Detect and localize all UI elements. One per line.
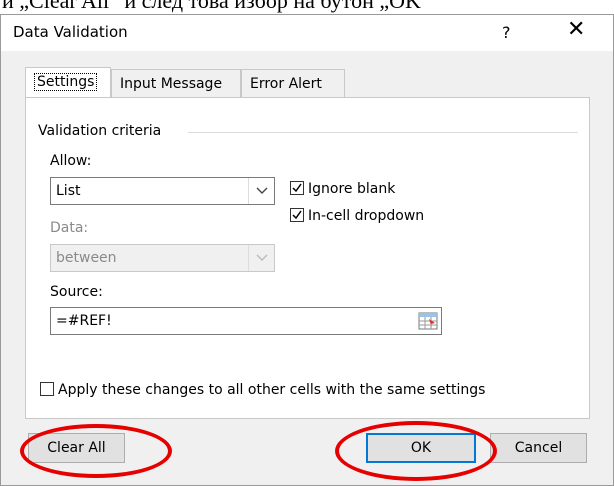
ignore-blank-label: Ignore blank (308, 181, 396, 197)
cancel-button[interactable]: Cancel (490, 433, 587, 463)
chevron-down-icon[interactable] (248, 178, 274, 204)
allow-dropdown[interactable]: List (50, 177, 275, 205)
source-label: Source: (50, 284, 103, 300)
checkmark-icon[interactable] (290, 181, 304, 195)
tab-input-message[interactable]: Input Message (111, 69, 241, 97)
data-validation-dialog: Data Validation ? ✕ Settings Input Messa… (0, 14, 614, 486)
tab-settings-label: Settings (34, 73, 98, 91)
source-input[interactable]: =#REF! (50, 307, 442, 335)
cropped-instruction-text: и „Clear All“ и след това избор на бутон… (0, 0, 614, 14)
settings-panel: Validation criteria Allow: List Ignore b… (25, 97, 590, 419)
checkmark-icon[interactable] (290, 208, 304, 222)
help-button[interactable]: ? (502, 23, 511, 42)
range-select-icon[interactable] (417, 310, 439, 332)
chevron-down-icon (248, 245, 274, 271)
tab-settings[interactable]: Settings (25, 67, 111, 97)
title-bar: Data Validation ? ✕ (1, 15, 613, 51)
validation-criteria-heading: Validation criteria (38, 123, 166, 139)
data-dropdown: between (50, 244, 275, 272)
allow-label: Allow: (50, 153, 92, 169)
close-icon[interactable]: ✕ (567, 19, 585, 41)
data-label: Data: (50, 220, 89, 236)
instruction-text: и „Clear All“ и след това избор на бутон… (2, 0, 431, 13)
source-value: =#REF! (56, 313, 112, 329)
in-cell-dropdown-label: In-cell dropdown (308, 208, 425, 224)
apply-all-checkbox[interactable]: Apply these changes to all other cells w… (40, 382, 485, 398)
ignore-blank-checkbox[interactable]: Ignore blank (290, 181, 395, 197)
checkbox-empty-icon[interactable] (40, 382, 54, 396)
tab-input-message-label: Input Message (120, 76, 223, 92)
allow-value: List (56, 183, 81, 199)
ok-button[interactable]: OK (366, 433, 476, 463)
tab-error-alert-label: Error Alert (250, 76, 322, 92)
apply-all-label: Apply these changes to all other cells w… (58, 382, 486, 398)
group-divider (188, 132, 578, 133)
dialog-title: Data Validation (13, 23, 128, 41)
tab-error-alert[interactable]: Error Alert (241, 69, 345, 97)
in-cell-dropdown-checkbox[interactable]: In-cell dropdown (290, 208, 424, 224)
data-value: between (56, 250, 117, 266)
clear-all-button[interactable]: Clear All (28, 433, 125, 463)
